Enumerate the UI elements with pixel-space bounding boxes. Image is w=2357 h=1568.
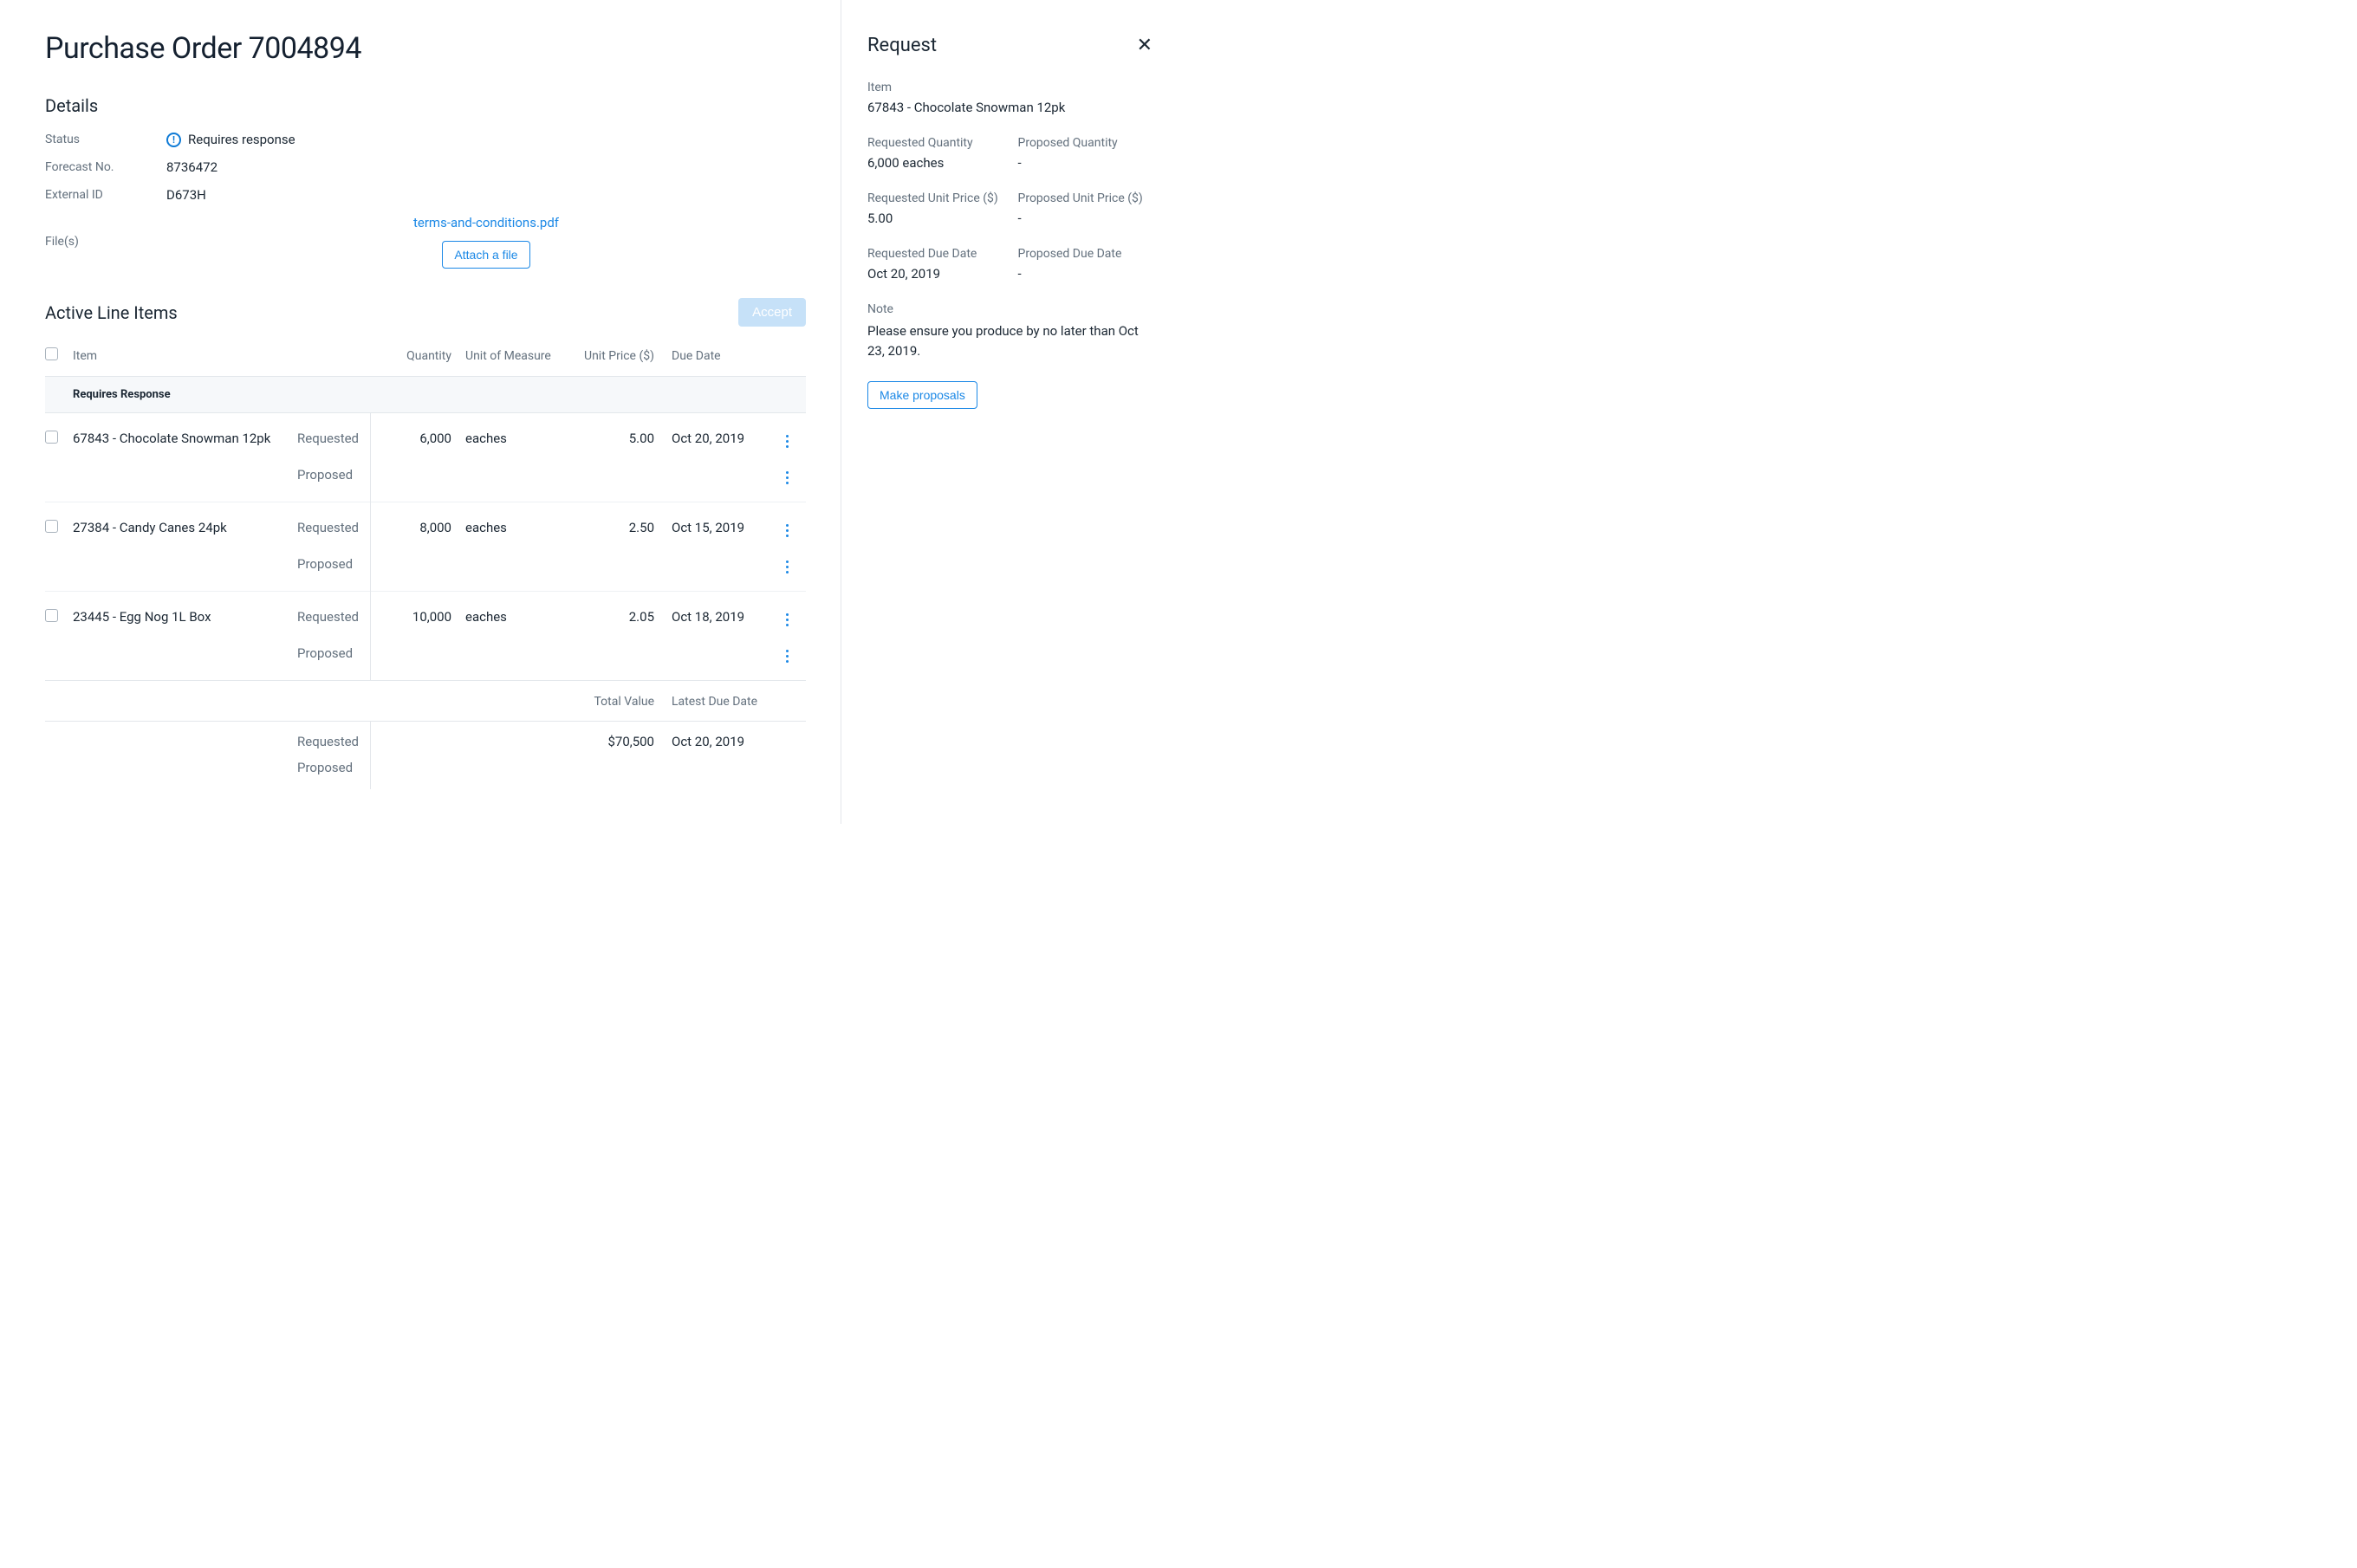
req-due-label: Requested Due Date xyxy=(867,247,1003,261)
row-kind-requested: Requested xyxy=(297,609,375,625)
summary-latest-value: Oct 20, 2019 xyxy=(666,734,770,749)
external-id-value: D673H xyxy=(166,187,806,203)
summary-total-label: Total Value xyxy=(568,695,663,709)
row-kind-proposed: Proposed xyxy=(297,645,375,661)
status-label: Status xyxy=(45,133,166,146)
row-item: 27384 - Candy Canes 24pk xyxy=(73,520,294,535)
group-requires-response: Requires Response xyxy=(73,388,800,401)
line-items-heading: Active Line Items xyxy=(45,302,178,323)
files-label: File(s) xyxy=(45,235,166,249)
row-unit-price: 2.50 xyxy=(568,520,663,535)
row-due-date: Oct 18, 2019 xyxy=(666,609,770,625)
req-due-value: Oct 20, 2019 xyxy=(867,266,1003,282)
row-unit-price: 5.00 xyxy=(568,431,663,446)
prop-due-value: - xyxy=(1018,266,1153,282)
table-row: Proposed xyxy=(45,457,806,502)
row-kind-proposed: Proposed xyxy=(297,556,375,572)
row-kind-requested: Requested xyxy=(297,520,375,535)
table-row: Proposed xyxy=(45,635,806,681)
file-link[interactable]: terms-and-conditions.pdf xyxy=(413,215,559,230)
page-title: Purchase Order 7004894 xyxy=(45,31,806,66)
req-price-value: 5.00 xyxy=(867,211,1003,226)
status-value: Requires response xyxy=(188,132,295,147)
row-menu-icon[interactable] xyxy=(782,431,792,451)
row-checkbox[interactable] xyxy=(45,609,58,622)
table-row: 67843 - Chocolate Snowman 12pk Requested… xyxy=(45,413,806,457)
prop-due-label: Proposed Due Date xyxy=(1018,247,1153,261)
summary-row: Requested $70,500 Oct 20, 2019 xyxy=(45,722,806,755)
summary-kind-requested: Requested xyxy=(297,734,375,749)
details-heading: Details xyxy=(45,95,806,116)
table-row: 27384 - Candy Canes 24pk Requested 8,000… xyxy=(45,502,806,546)
row-quantity: 6,000 xyxy=(379,431,457,446)
make-proposals-button[interactable]: Make proposals xyxy=(867,381,977,409)
req-qty-value: 6,000 eaches xyxy=(867,155,1003,171)
table-row: Proposed xyxy=(45,546,806,592)
prop-price-value: - xyxy=(1018,211,1153,226)
select-all-checkbox[interactable] xyxy=(45,347,58,360)
request-item-value: 67843 - Chocolate Snowman 12pk xyxy=(867,100,1153,115)
row-due-date: Oct 15, 2019 xyxy=(666,520,770,535)
row-menu-icon[interactable] xyxy=(782,468,792,488)
row-menu-icon[interactable] xyxy=(782,610,792,630)
request-item-label: Item xyxy=(867,81,1153,94)
req-price-label: Requested Unit Price ($) xyxy=(867,191,1003,205)
forecast-label: Forecast No. xyxy=(45,160,166,174)
prop-qty-value: - xyxy=(1018,155,1153,171)
req-qty-label: Requested Quantity xyxy=(867,136,1003,150)
row-kind-proposed: Proposed xyxy=(297,467,375,483)
forecast-value: 8736472 xyxy=(166,159,806,175)
close-icon[interactable]: ✕ xyxy=(1137,36,1153,55)
prop-qty-label: Proposed Quantity xyxy=(1018,136,1153,150)
row-menu-icon[interactable] xyxy=(782,646,792,666)
row-due-date: Oct 20, 2019 xyxy=(666,431,770,446)
column-quantity: Quantity xyxy=(379,349,457,363)
alert-circle-icon: ! xyxy=(166,133,181,147)
row-uom: eaches xyxy=(460,431,564,446)
row-checkbox[interactable] xyxy=(45,431,58,444)
note-value: Please ensure you produce by no later th… xyxy=(867,321,1153,360)
row-menu-icon[interactable] xyxy=(782,557,792,577)
row-quantity: 10,000 xyxy=(379,609,457,625)
summary-kind-proposed: Proposed xyxy=(297,760,375,775)
external-id-label: External ID xyxy=(45,188,166,202)
row-unit-price: 2.05 xyxy=(568,609,663,625)
row-kind-requested: Requested xyxy=(297,431,375,446)
row-checkbox[interactable] xyxy=(45,520,58,533)
summary-latest-label: Latest Due Date xyxy=(666,695,770,709)
summary-row: Proposed xyxy=(45,755,806,789)
request-heading: Request xyxy=(867,35,937,56)
prop-price-label: Proposed Unit Price ($) xyxy=(1018,191,1153,205)
column-uom: Unit of Measure xyxy=(460,349,564,363)
row-quantity: 8,000 xyxy=(379,520,457,535)
attach-file-button[interactable]: Attach a file xyxy=(442,241,529,269)
row-menu-icon[interactable] xyxy=(782,521,792,541)
row-item: 67843 - Chocolate Snowman 12pk xyxy=(73,431,294,446)
table-row: 23445 - Egg Nog 1L Box Requested 10,000 … xyxy=(45,592,806,635)
column-due-date: Due Date xyxy=(666,349,770,363)
summary-total-value: $70,500 xyxy=(568,734,663,749)
row-uom: eaches xyxy=(460,520,564,535)
column-item: Item xyxy=(73,349,294,363)
accept-button[interactable]: Accept xyxy=(738,298,806,327)
column-unit-price: Unit Price ($) xyxy=(568,349,663,363)
note-label: Note xyxy=(867,302,1153,316)
row-item: 23445 - Egg Nog 1L Box xyxy=(73,609,294,625)
row-uom: eaches xyxy=(460,609,564,625)
